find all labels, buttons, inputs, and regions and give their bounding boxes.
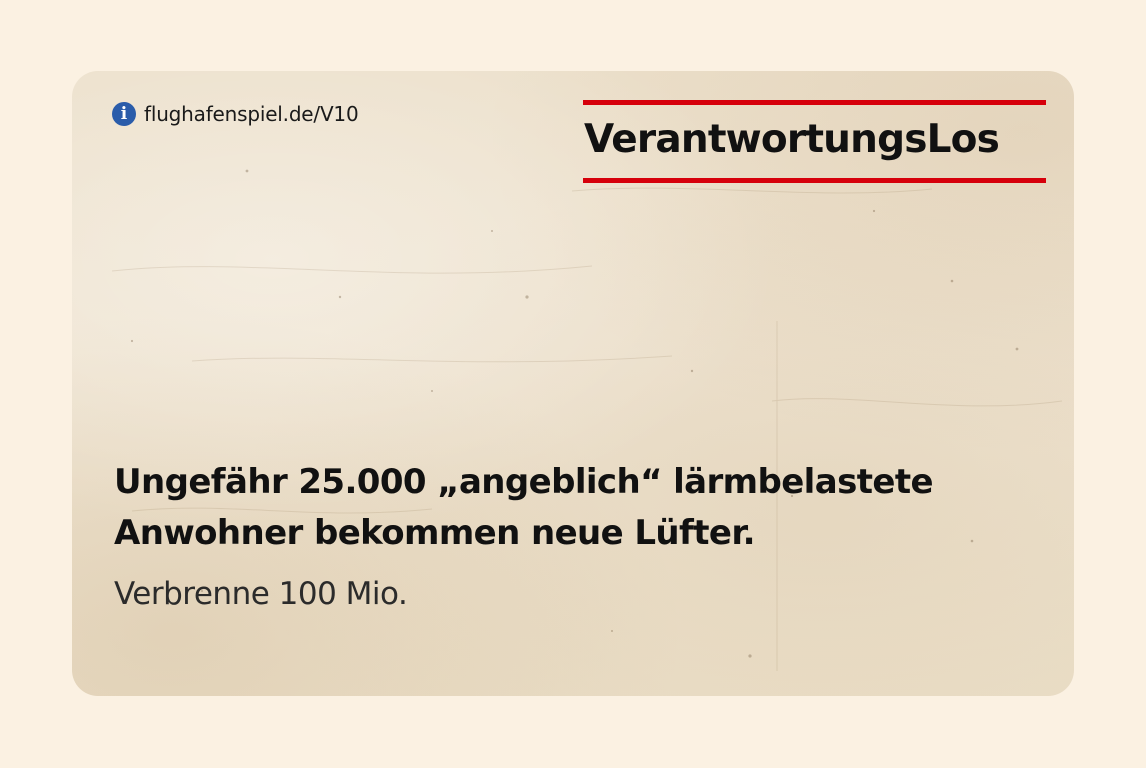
card-effect: Verbrenne 100 Mio. (114, 576, 408, 612)
source-link[interactable]: flughafenspiel.de/V10 (144, 102, 359, 126)
event-card: i flughafenspiel.de/V10 VerantwortungsLo… (72, 71, 1074, 696)
headline-line-1: Ungefähr 25.000 „angeblich“ lärmbelastet… (114, 462, 934, 502)
card-title: VerantwortungsLos (584, 117, 1000, 162)
headline-line-2: Anwohner bekommen neue Lüfter. (114, 513, 756, 553)
source-info[interactable]: i flughafenspiel.de/V10 (112, 101, 359, 127)
card-headline: Ungefähr 25.000 „angeblich“ lärmbelastet… (114, 457, 1014, 559)
info-icon[interactable]: i (112, 102, 136, 126)
title-rule-bottom (583, 178, 1046, 183)
title-rule-top (583, 100, 1046, 105)
card-title-block: VerantwortungsLos (583, 100, 1046, 184)
